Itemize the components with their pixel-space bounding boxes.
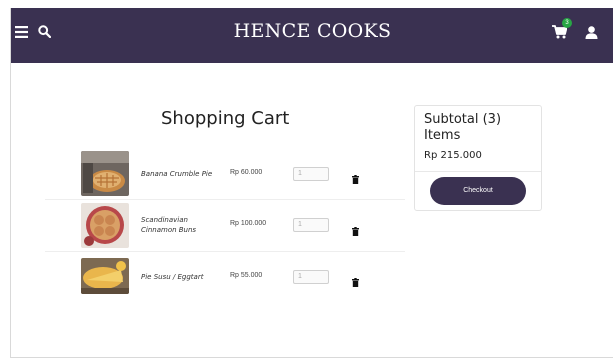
trash-icon[interactable] <box>352 221 359 240</box>
quantity-input[interactable]: 1 <box>293 270 329 284</box>
cart-item: Scandinavian Cinnamon Buns Rp 100.000 1 <box>45 200 405 252</box>
subtotal-amount: Rp 215.000 <box>424 150 482 161</box>
product-name[interactable]: Scandinavian Cinnamon Buns <box>141 215 196 235</box>
trash-icon[interactable] <box>352 169 359 188</box>
divider <box>415 171 541 172</box>
product-name[interactable]: Banana Crumble Pie <box>141 169 212 179</box>
cart-item: Pie Susu / Eggtart Rp 55.000 1 <box>45 252 405 304</box>
quantity-input[interactable]: 1 <box>293 167 329 181</box>
page-title: Shopping Cart <box>161 108 290 129</box>
subtotal-title: Subtotal (3) Items <box>424 112 502 143</box>
cart-count-badge: 3 <box>562 18 572 28</box>
brand-title[interactable]: HENCE COOKS <box>11 20 613 42</box>
product-price: Rp 100.000 <box>230 220 267 227</box>
cart-items-list: Banana Crumble Pie Rp 60.000 1 Scandinav… <box>45 148 405 304</box>
product-image-cinnamon-buns[interactable] <box>81 203 129 248</box>
cart-item: Banana Crumble Pie Rp 60.000 1 <box>45 148 405 200</box>
product-name-line2: Cinnamon Buns <box>141 226 197 234</box>
product-image-banana-crumble-pie[interactable] <box>81 151 129 196</box>
product-name-line1: Scandinavian <box>141 216 188 224</box>
page-frame: HENCE COOKS 3 Shopping Cart Banana Crumb… <box>10 8 613 358</box>
navbar: HENCE COOKS 3 <box>11 8 613 63</box>
subtotal-card: Subtotal (3) Items Rp 215.000 Checkout <box>414 105 542 211</box>
nav-right: 3 <box>552 18 598 39</box>
quantity-input[interactable]: 1 <box>293 218 329 232</box>
product-name[interactable]: Pie Susu / Eggtart <box>141 272 203 282</box>
product-price: Rp 60.000 <box>230 169 263 176</box>
cart-button[interactable]: 3 <box>552 18 572 39</box>
product-image-eggtart[interactable] <box>81 258 129 294</box>
trash-icon[interactable] <box>352 272 359 291</box>
checkout-button[interactable]: Checkout <box>430 177 526 205</box>
user-icon[interactable] <box>585 25 598 39</box>
product-price: Rp 55.000 <box>230 272 263 279</box>
